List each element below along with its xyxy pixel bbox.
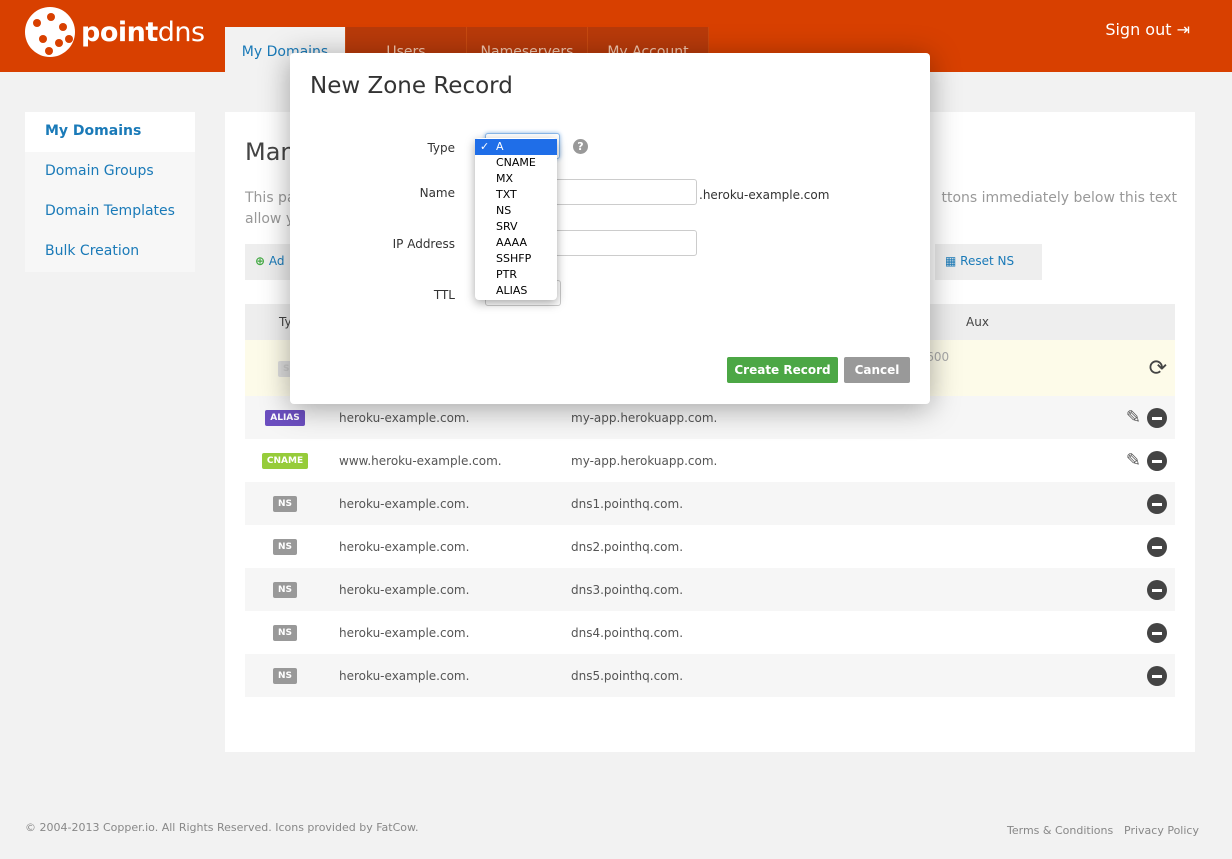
- table-row: NS heroku-example.com. dns4.pointhq.com.: [245, 611, 1175, 654]
- type-option[interactable]: SSHFP: [475, 251, 557, 267]
- name-label: Name: [419, 186, 455, 200]
- table-reset-icon: ▦: [945, 254, 957, 268]
- sign-out-icon: ⇥: [1176, 20, 1190, 39]
- delete-icon[interactable]: [1147, 622, 1167, 643]
- delete-icon[interactable]: [1147, 493, 1167, 514]
- table-row: NS heroku-example.com. dns1.pointhq.com.: [245, 482, 1175, 525]
- record-type-badge: NS: [272, 539, 297, 555]
- ip-address-label: IP Address: [392, 237, 455, 251]
- help-icon[interactable]: ?: [573, 139, 588, 154]
- record-type-badge: NS: [272, 582, 297, 598]
- table-row: NS heroku-example.com. dns3.pointhq.com.: [245, 568, 1175, 611]
- edit-icon[interactable]: ✎: [1126, 450, 1141, 471]
- record-data: dns4.pointhq.com.: [571, 625, 684, 640]
- record-data: dns1.pointhq.com.: [571, 482, 911, 525]
- column-header-aux: Aux: [911, 304, 1041, 340]
- globe-logo-icon: [25, 7, 75, 57]
- type-option[interactable]: ALIAS: [475, 283, 557, 299]
- record-name: heroku-example.com.: [339, 625, 470, 640]
- record-name: heroku-example.com.: [339, 482, 571, 525]
- description-text-right: ttons immediately below this text: [941, 190, 1177, 206]
- logo[interactable]: pointdns: [25, 7, 205, 57]
- sidebar-item-bulk-creation[interactable]: Bulk Creation: [25, 232, 195, 272]
- record-type-badge: NS: [272, 668, 297, 684]
- record-data: dns3.pointhq.com.: [571, 568, 911, 611]
- footer-copyright: © 2004-2013 Copper.io. All Rights Reserv…: [25, 821, 419, 834]
- record-data: dns5.pointhq.com.: [571, 654, 911, 697]
- type-option[interactable]: NS: [475, 203, 557, 219]
- sidebar-item-domain-templates[interactable]: Domain Templates: [25, 192, 195, 232]
- record-type-badge: ALIAS: [265, 410, 305, 426]
- record-data: dns2.pointhq.com.: [571, 539, 684, 554]
- terms-link[interactable]: Terms & Conditions: [1007, 824, 1113, 837]
- dialog-title: New Zone Record: [310, 73, 513, 99]
- record-name: heroku-example.com.: [339, 568, 571, 611]
- add-icon: ⊕: [255, 254, 266, 268]
- description-text: This pa: [245, 190, 296, 206]
- sidebar-item-domain-groups[interactable]: Domain Groups: [25, 152, 195, 192]
- new-zone-record-dialog: New Zone Record Type ? Name .heroku-exam…: [290, 53, 930, 404]
- type-option[interactable]: CNAME: [475, 155, 557, 171]
- table-row: NS heroku-example.com. dns2.pointhq.com.: [245, 525, 1175, 568]
- sign-out-label: Sign out: [1105, 20, 1172, 39]
- record-type-badge: NS: [272, 496, 297, 512]
- sidebar: My Domains Domain Groups Domain Template…: [25, 112, 195, 272]
- cancel-button[interactable]: Cancel: [844, 357, 910, 383]
- privacy-link[interactable]: Privacy Policy: [1124, 824, 1199, 837]
- type-option[interactable]: PTR: [475, 267, 557, 283]
- refresh-icon[interactable]: ⟳: [1149, 356, 1167, 381]
- ttl-label: TTL: [433, 288, 455, 302]
- name-suffix: .heroku-example.com: [699, 188, 830, 202]
- record-type-badge: CNAME: [261, 453, 309, 469]
- reset-ns-label: Reset NS: [960, 254, 1015, 268]
- brand-name-suffix: dns: [157, 16, 205, 48]
- record-data: my-app.herokuapp.com.: [571, 453, 718, 468]
- create-record-button[interactable]: Create Record: [727, 357, 838, 383]
- delete-icon[interactable]: [1147, 536, 1167, 557]
- page-title: Man: [245, 138, 296, 166]
- record-name: heroku-example.com.: [339, 539, 470, 554]
- type-option[interactable]: TXT: [475, 187, 557, 203]
- table-row: CNAME www.heroku-example.com. my-app.her…: [245, 439, 1175, 482]
- sidebar-item-my-domains[interactable]: My Domains: [25, 112, 195, 152]
- brand-name: point: [81, 16, 158, 48]
- type-option[interactable]: AAAA: [475, 235, 557, 251]
- record-name: heroku-example.com.: [339, 654, 571, 697]
- sign-out-link[interactable]: Sign out ⇥: [1105, 20, 1190, 39]
- record-name: www.heroku-example.com.: [339, 453, 502, 468]
- record-type-badge: NS: [272, 625, 297, 641]
- table-row: NS heroku-example.com. dns5.pointhq.com.: [245, 654, 1175, 697]
- type-label: Type: [427, 141, 455, 155]
- delete-icon[interactable]: [1147, 579, 1167, 600]
- edit-icon[interactable]: ✎: [1126, 407, 1141, 428]
- type-dropdown-list[interactable]: ACNAMEMXTXTNSSRVAAAASSHFPPTRALIAS: [475, 138, 557, 300]
- record-aux: 09600: [911, 340, 1041, 396]
- delete-icon[interactable]: [1147, 407, 1167, 428]
- type-option[interactable]: SRV: [475, 219, 557, 235]
- reset-ns-button[interactable]: ▦ Reset NS: [935, 244, 1042, 280]
- type-option[interactable]: MX: [475, 171, 557, 187]
- type-option[interactable]: A: [475, 139, 557, 155]
- description-text-line2: allow y: [245, 211, 295, 227]
- delete-icon[interactable]: [1147, 665, 1167, 686]
- add-record-label: Ad: [268, 254, 285, 268]
- delete-icon[interactable]: [1147, 450, 1167, 471]
